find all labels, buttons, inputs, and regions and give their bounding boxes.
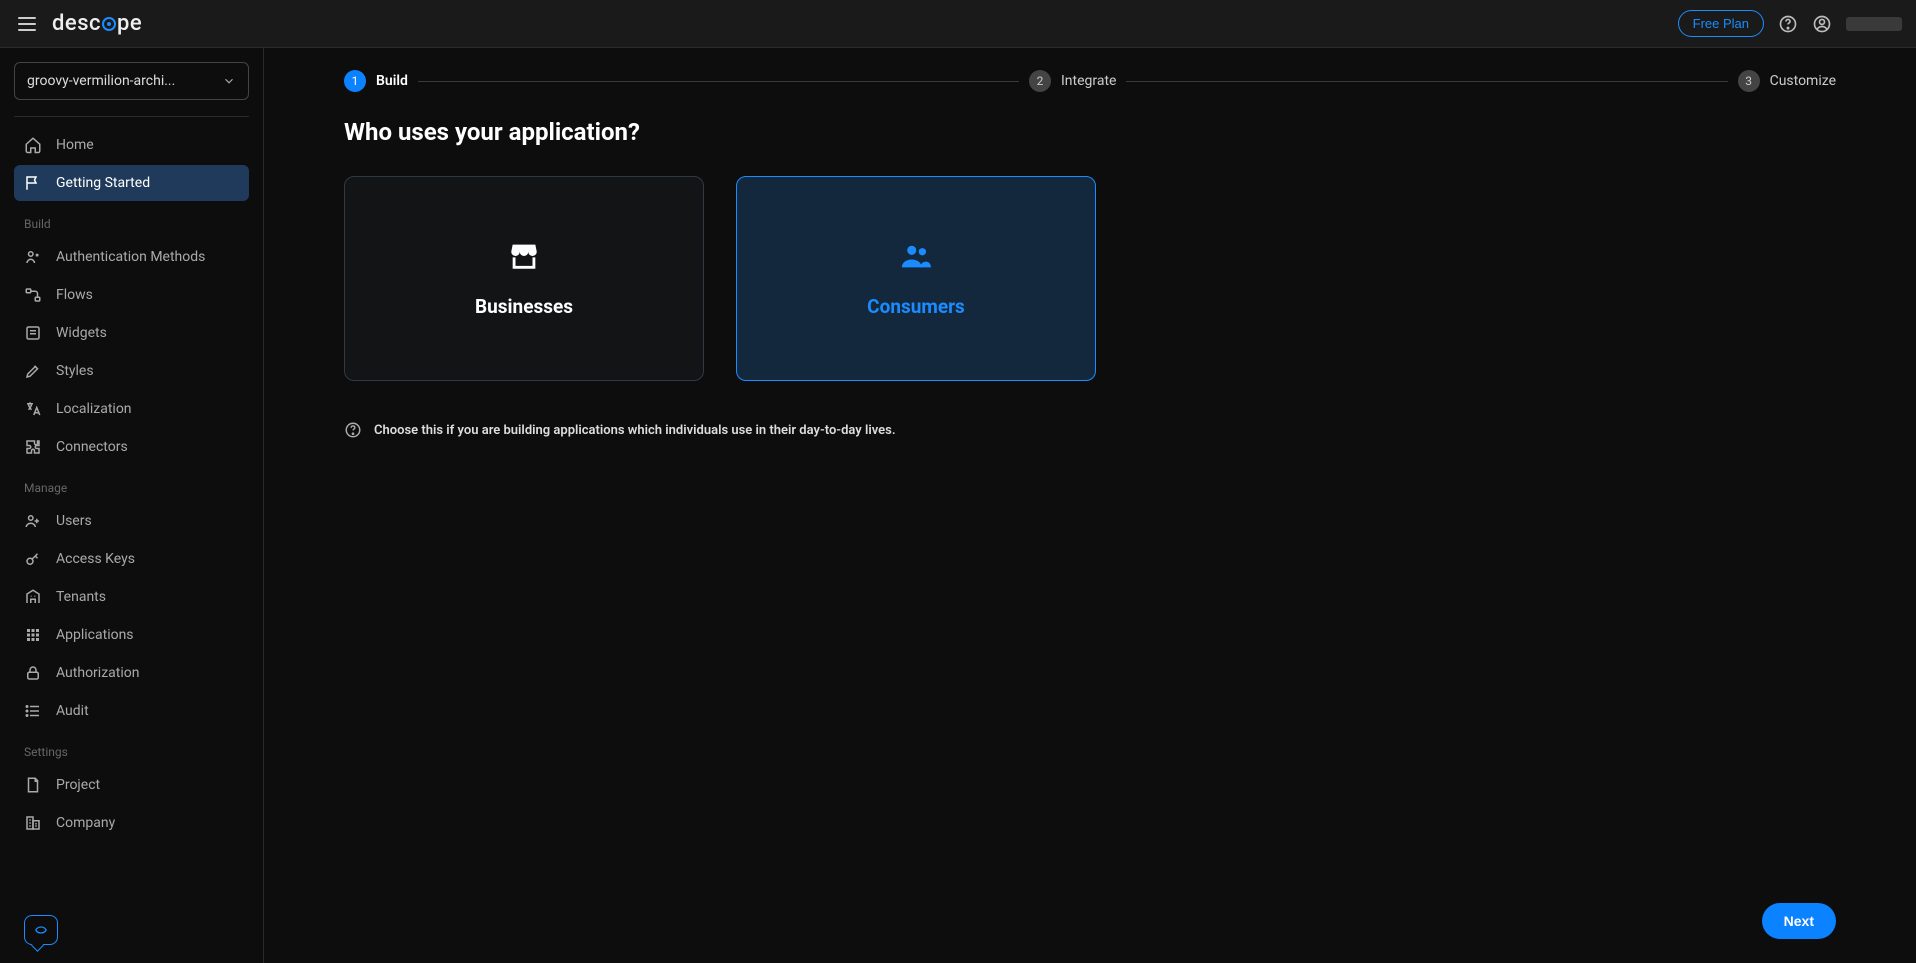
- storefront-icon: [507, 239, 541, 273]
- sidebar-item-applications[interactable]: Applications: [14, 617, 249, 653]
- free-plan-button[interactable]: Free Plan: [1678, 10, 1764, 37]
- document-icon: [24, 776, 42, 794]
- sidebar-item-authorization[interactable]: Authorization: [14, 655, 249, 691]
- users-icon: [24, 512, 42, 530]
- brand-logo: descpe: [52, 11, 142, 36]
- topbar-right: Free Plan: [1678, 10, 1902, 37]
- sidebar-item-audit[interactable]: Audit: [14, 693, 249, 729]
- key-icon: [24, 550, 42, 568]
- sidebar-item-tenants[interactable]: Tenants: [14, 579, 249, 615]
- topbar-left: descpe: [14, 11, 142, 36]
- sidebar-item-label: Localization: [56, 401, 132, 417]
- styles-icon: [24, 362, 42, 380]
- card-label: Businesses: [475, 295, 573, 318]
- flag-icon: [24, 174, 42, 192]
- project-name: groovy-vermilion-archi...: [27, 73, 175, 89]
- sidebar-item-widgets[interactable]: Widgets: [14, 315, 249, 351]
- topbar: descpe Free Plan: [0, 0, 1916, 48]
- puzzle-icon: [24, 438, 42, 456]
- page-heading: Who uses your application?: [344, 118, 1836, 146]
- step-line: [418, 81, 1019, 82]
- step-build[interactable]: 1 Build: [344, 70, 408, 92]
- project-selector[interactable]: groovy-vermilion-archi...: [14, 62, 249, 100]
- logo-o-icon: [102, 17, 116, 31]
- lock-icon: [24, 664, 42, 682]
- widgets-icon: [24, 324, 42, 342]
- sidebar-item-label: Home: [56, 137, 94, 153]
- sidebar-item-label: Audit: [56, 703, 89, 719]
- sidebar-item-connectors[interactable]: Connectors: [14, 429, 249, 465]
- sidebar-item-label: Applications: [56, 627, 134, 643]
- logo-text-mid: sc: [77, 11, 101, 36]
- list-icon: [24, 702, 42, 720]
- step-label: Build: [376, 73, 408, 89]
- sidebar-section-manage: Manage: [14, 467, 249, 503]
- sidebar-item-getting-started[interactable]: Getting Started: [14, 165, 249, 201]
- wizard-stepper: 1 Build 2 Integrate 3 Customize: [344, 70, 1836, 92]
- sidebar-section-settings: Settings: [14, 731, 249, 767]
- sidebar-item-project[interactable]: Project: [14, 767, 249, 803]
- step-label: Customize: [1770, 73, 1836, 89]
- logo-text-right: pe: [117, 11, 142, 36]
- sidebar-item-label: Getting Started: [56, 175, 150, 191]
- sidebar-divider: [14, 116, 249, 117]
- logo-text-left: de: [52, 11, 77, 36]
- building-icon: [24, 588, 42, 606]
- step-number: 1: [344, 70, 366, 92]
- sidebar-item-label: Authentication Methods: [56, 249, 205, 265]
- sidebar-item-label: Flows: [56, 287, 93, 303]
- auth-icon: [24, 248, 42, 266]
- sidebar-item-styles[interactable]: Styles: [14, 353, 249, 389]
- sidebar-item-label: Authorization: [56, 665, 139, 681]
- sidebar-item-flows[interactable]: Flows: [14, 277, 249, 313]
- sidebar-item-label: Project: [56, 777, 100, 793]
- sidebar-item-label: Users: [56, 513, 92, 529]
- step-number: 3: [1738, 70, 1760, 92]
- company-icon: [24, 814, 42, 832]
- sidebar-section-build: Build: [14, 203, 249, 239]
- user-name-redacted: [1846, 17, 1902, 31]
- next-button[interactable]: Next: [1762, 903, 1836, 939]
- info-icon: [344, 421, 362, 439]
- grid-icon: [24, 626, 42, 644]
- sidebar-item-localization[interactable]: Localization: [14, 391, 249, 427]
- sidebar-item-label: Tenants: [56, 589, 106, 605]
- card-businesses[interactable]: Businesses: [344, 176, 704, 381]
- card-label: Consumers: [867, 295, 965, 318]
- sidebar: groovy-vermilion-archi... Home Getting S…: [0, 48, 264, 963]
- step-customize[interactable]: 3 Customize: [1738, 70, 1836, 92]
- card-consumers[interactable]: Consumers: [736, 176, 1096, 381]
- help-text: Choose this if you are building applicat…: [374, 423, 896, 438]
- sidebar-item-label: Access Keys: [56, 551, 135, 567]
- sidebar-item-users[interactable]: Users: [14, 503, 249, 539]
- account-icon[interactable]: [1812, 14, 1832, 34]
- home-icon: [24, 136, 42, 154]
- step-number: 2: [1029, 70, 1051, 92]
- step-integrate[interactable]: 2 Integrate: [1029, 70, 1117, 92]
- people-icon: [899, 239, 933, 273]
- chat-widget-button[interactable]: [24, 915, 58, 945]
- sidebar-item-label: Connectors: [56, 439, 128, 455]
- chevron-down-icon: [222, 74, 236, 88]
- step-line: [1126, 81, 1727, 82]
- sidebar-item-home[interactable]: Home: [14, 127, 249, 163]
- help-row: Choose this if you are building applicat…: [344, 421, 1836, 439]
- menu-toggle-button[interactable]: [14, 13, 40, 35]
- sidebar-item-label: Widgets: [56, 325, 107, 341]
- help-icon[interactable]: [1778, 14, 1798, 34]
- main-content: 1 Build 2 Integrate 3 Customize Who uses…: [264, 48, 1916, 963]
- sidebar-item-company[interactable]: Company: [14, 805, 249, 841]
- sidebar-item-auth-methods[interactable]: Authentication Methods: [14, 239, 249, 275]
- sidebar-item-label: Company: [56, 815, 115, 831]
- option-cards: Businesses Consumers: [344, 176, 1836, 381]
- step-label: Integrate: [1061, 73, 1117, 89]
- translate-icon: [24, 400, 42, 418]
- sidebar-item-access-keys[interactable]: Access Keys: [14, 541, 249, 577]
- sidebar-item-label: Styles: [56, 363, 94, 379]
- flows-icon: [24, 286, 42, 304]
